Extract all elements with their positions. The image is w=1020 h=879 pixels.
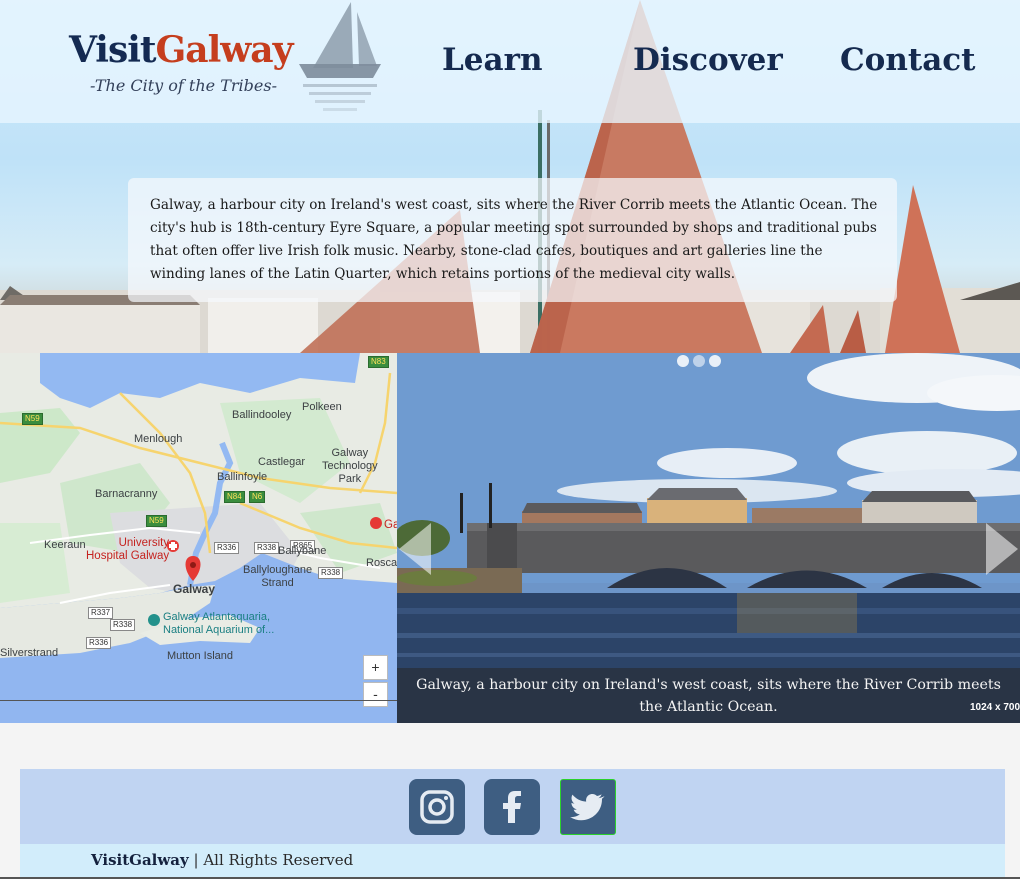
carousel-prev-arrow-icon[interactable] xyxy=(397,521,433,577)
facebook-icon xyxy=(503,791,521,823)
map-label: Ballindooley xyxy=(232,409,292,421)
road-shield: R338 xyxy=(318,567,344,579)
map-label: Barnacranny xyxy=(95,488,158,500)
map-zoom-in-button[interactable]: + xyxy=(363,655,388,680)
map-label-hospital: University Hospital Galway xyxy=(86,537,170,562)
road-shield: R336 xyxy=(214,542,240,554)
twitter-link[interactable] xyxy=(560,779,616,835)
footer-rights: | All Rights Reserved xyxy=(188,851,354,869)
map-label: Mutton Island xyxy=(167,650,234,662)
google-map[interactable]: N83 N59 N59 N84 N6 R336 R338 R865 R338 R… xyxy=(0,353,397,723)
carousel-indicators xyxy=(677,355,721,367)
logo-visit-text: Visit xyxy=(69,29,157,71)
image-dimension-label: 1024 x 700 xyxy=(970,702,1020,713)
road-shield: N59 xyxy=(22,413,43,425)
carousel-dot-3[interactable] xyxy=(709,355,721,367)
copyright-bar: VisitGalway | All Rights Reserved xyxy=(20,844,1005,879)
map-zoom-out-button[interactable]: - xyxy=(363,682,388,707)
footer: VisitGalway | All Rights Reserved xyxy=(20,769,1005,879)
instagram-icon xyxy=(420,790,454,824)
map-label: Galway Technology Park xyxy=(322,447,378,485)
road-shield: N6 xyxy=(249,491,266,503)
map-label-clinic: Ga xyxy=(384,519,397,531)
road-shield: R338 xyxy=(254,542,280,554)
map-label: Polkeen xyxy=(302,401,342,413)
carousel-next-arrow-icon[interactable] xyxy=(984,521,1020,577)
road-shield: N84 xyxy=(224,491,245,503)
carousel-caption-bar: Galway, a harbour city on Ireland's west… xyxy=(397,668,1020,723)
road-shield: R337 xyxy=(88,607,114,619)
map-label: Castlegar xyxy=(258,456,306,468)
road-shield: N83 xyxy=(368,356,389,368)
map-label: Ballybane xyxy=(278,545,327,557)
carousel-dot-1[interactable] xyxy=(677,355,689,367)
nav-learn[interactable]: Learn xyxy=(442,38,542,82)
map-label: Roscam xyxy=(366,557,397,569)
map-label: Ballyloughane Strand xyxy=(243,564,313,589)
carousel-caption: Galway, a harbour city on Ireland's west… xyxy=(416,677,1001,715)
road-shield: N59 xyxy=(146,515,167,527)
intro-panel: Galway, a harbour city on Ireland's west… xyxy=(128,178,897,302)
hero-banner: VisitGalway -The City of the Tribes- Lea… xyxy=(0,0,1020,353)
map-label: Ballinfoyle xyxy=(217,471,268,483)
map-divider xyxy=(0,700,397,701)
site-tagline: -The City of the Tribes- xyxy=(90,76,277,95)
instagram-link[interactable] xyxy=(409,779,465,835)
map-label-aquarium: Galway Atlantaquaria, National Aquarium … xyxy=(163,611,275,636)
footer-brand: VisitGalway xyxy=(91,851,189,869)
image-carousel[interactable]: Galway, a harbour city on Ireland's west… xyxy=(397,353,1020,723)
twitter-icon xyxy=(570,793,605,821)
map-label: Keeraun xyxy=(44,539,86,551)
nav-discover[interactable]: Discover xyxy=(633,38,783,82)
site-logo[interactable]: VisitGalway xyxy=(69,28,294,72)
carousel-dot-2[interactable] xyxy=(693,355,705,367)
sailboat-icon xyxy=(299,2,381,111)
intro-paragraph: Galway, a harbour city on Ireland's west… xyxy=(150,197,878,282)
nav-contact[interactable]: Contact xyxy=(840,38,976,82)
map-label-galway: Galway xyxy=(173,582,216,596)
logo-galway-text: Galway xyxy=(155,29,294,71)
map-label: Silverstrand xyxy=(0,647,59,659)
facebook-link[interactable] xyxy=(484,779,540,835)
road-shield: R336 xyxy=(86,637,112,649)
social-links-bar xyxy=(20,769,1005,844)
copyright-text: VisitGalway | All Rights Reserved xyxy=(91,851,353,869)
map-label: Menlough xyxy=(134,433,183,445)
road-shield: R338 xyxy=(110,619,136,631)
